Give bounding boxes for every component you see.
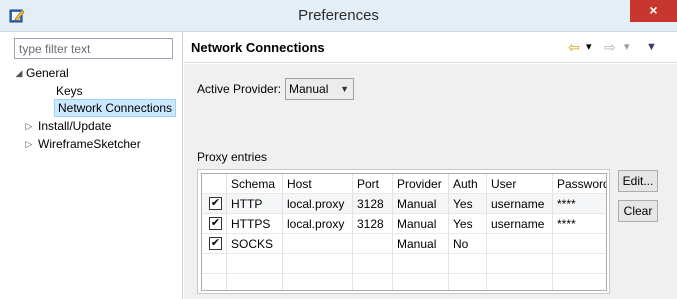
empty-cell <box>283 274 353 290</box>
page-content: Active Provider: Manual ▼ Proxy entries … <box>184 64 677 299</box>
empty-cell <box>202 274 227 290</box>
column-header-provider[interactable]: Provider <box>393 174 449 194</box>
column-header-password[interactable]: Password <box>553 174 606 194</box>
close-button[interactable]: × <box>630 0 677 22</box>
empty-cell <box>227 254 283 274</box>
page-title: Network Connections <box>191 40 325 55</box>
active-provider-select[interactable]: Manual ▼ <box>285 78 354 100</box>
cell-user <box>487 234 553 254</box>
empty-cell <box>553 274 606 290</box>
cell-user: username <box>487 214 553 234</box>
row-checkbox[interactable]: ✔ <box>209 197 222 210</box>
proxy-entries-label: Proxy entries <box>197 150 268 164</box>
cell-auth: Yes <box>449 214 487 234</box>
active-provider-label: Active Provider: <box>197 82 282 96</box>
tree-item-wireframesketcher[interactable]: ▷ WireframeSketcher <box>24 135 174 153</box>
checkbox-cell: ✔ <box>202 194 227 214</box>
tree-item-label: Network Connections <box>54 99 177 117</box>
collapsed-arrow-icon[interactable]: ▷ <box>24 135 34 153</box>
cell-host: local.proxy <box>283 214 353 234</box>
expanded-arrow-icon[interactable]: ◢ <box>14 64 24 82</box>
back-history-dropdown-icon[interactable]: ▾ <box>586 38 592 56</box>
empty-cell <box>393 274 449 290</box>
table-header-row: Schema Host Port Provider Auth User Pass… <box>202 174 606 194</box>
cell-port: 3128 <box>353 214 393 234</box>
empty-table-row <box>202 254 606 274</box>
tree-item-install-update[interactable]: ▷ Install/Update <box>24 117 174 135</box>
cell-port: 3128 <box>353 194 393 214</box>
cell-provider: Manual <box>393 194 449 214</box>
filter-input[interactable] <box>14 38 173 59</box>
preferences-window: Preferences × ◢ General Keys Network Con… <box>0 0 677 299</box>
empty-cell <box>353 274 393 290</box>
cell-provider: Manual <box>393 234 449 254</box>
cell-auth: No <box>449 234 487 254</box>
tree-item-label: General <box>26 66 69 80</box>
tree-item-label: Install/Update <box>38 119 112 133</box>
cell-password: **** <box>553 214 606 234</box>
empty-cell <box>393 254 449 274</box>
column-header-auth[interactable]: Auth <box>449 174 487 194</box>
cell-schema: HTTPS <box>227 214 283 234</box>
column-header-user[interactable]: User <box>487 174 553 194</box>
empty-table-row <box>202 274 606 290</box>
proxy-entries-table[interactable]: Schema Host Port Provider Auth User Pass… <box>201 173 607 291</box>
empty-cell <box>487 254 553 274</box>
tree-item-network-connections[interactable]: Network Connections <box>44 98 179 117</box>
cell-password <box>553 234 606 254</box>
row-checkbox[interactable]: ✔ <box>209 217 222 230</box>
empty-cell <box>449 254 487 274</box>
view-menu-icon[interactable]: ▼ <box>646 38 657 56</box>
empty-cell <box>202 254 227 274</box>
empty-cell <box>553 254 606 274</box>
cell-schema: SOCKS <box>227 234 283 254</box>
title-bar[interactable]: Preferences × <box>0 0 677 32</box>
back-arrow-icon[interactable]: ⇦ <box>568 38 580 56</box>
cell-password: **** <box>553 194 606 214</box>
chevron-down-icon: ▼ <box>340 84 349 94</box>
proxy-entries-group: Schema Host Port Provider Auth User Pass… <box>197 169 610 294</box>
table-row[interactable]: ✔ HTTP local.proxy 3128 Manual Yes usern… <box>202 194 606 214</box>
cell-host: local.proxy <box>283 194 353 214</box>
checkbox-column-header <box>202 174 227 194</box>
table-row[interactable]: ✔ SOCKS Manual No <box>202 234 606 254</box>
collapsed-arrow-icon[interactable]: ▷ <box>24 117 34 135</box>
edit-button[interactable]: Edit... <box>618 170 658 192</box>
column-header-host[interactable]: Host <box>283 174 353 194</box>
forward-history-dropdown-icon[interactable]: ▾ <box>624 38 630 56</box>
cell-provider: Manual <box>393 214 449 234</box>
empty-cell <box>487 274 553 290</box>
cell-host <box>283 234 353 254</box>
clear-button[interactable]: Clear <box>618 200 658 222</box>
preference-page: Network Connections ⇦ ▾ ⇨ ▾ ▼ Active Pro… <box>184 32 677 299</box>
cell-user: username <box>487 194 553 214</box>
empty-cell <box>353 254 393 274</box>
row-checkbox[interactable]: ✔ <box>209 237 222 250</box>
window-title: Preferences <box>298 7 379 24</box>
empty-cell <box>227 274 283 290</box>
checkbox-cell: ✔ <box>202 214 227 234</box>
empty-cell <box>283 254 353 274</box>
table-row[interactable]: ✔ HTTPS local.proxy 3128 Manual Yes user… <box>202 214 606 234</box>
cell-port <box>353 234 393 254</box>
tree-item-label: WireframeSketcher <box>38 137 141 151</box>
cell-auth: Yes <box>449 194 487 214</box>
preference-tree-pane: ◢ General Keys Network Connections ▷ Ins… <box>0 32 183 299</box>
empty-cell <box>449 274 487 290</box>
tree-item-general[interactable]: ◢ General <box>14 64 174 82</box>
column-header-port[interactable]: Port <box>353 174 393 194</box>
page-header: Network Connections ⇦ ▾ ⇨ ▾ ▼ <box>184 32 677 63</box>
cell-schema: HTTP <box>227 194 283 214</box>
forward-arrow-icon[interactable]: ⇨ <box>604 38 616 56</box>
active-provider-value: Manual <box>289 82 329 96</box>
column-header-schema[interactable]: Schema <box>227 174 283 194</box>
checkbox-cell: ✔ <box>202 234 227 254</box>
